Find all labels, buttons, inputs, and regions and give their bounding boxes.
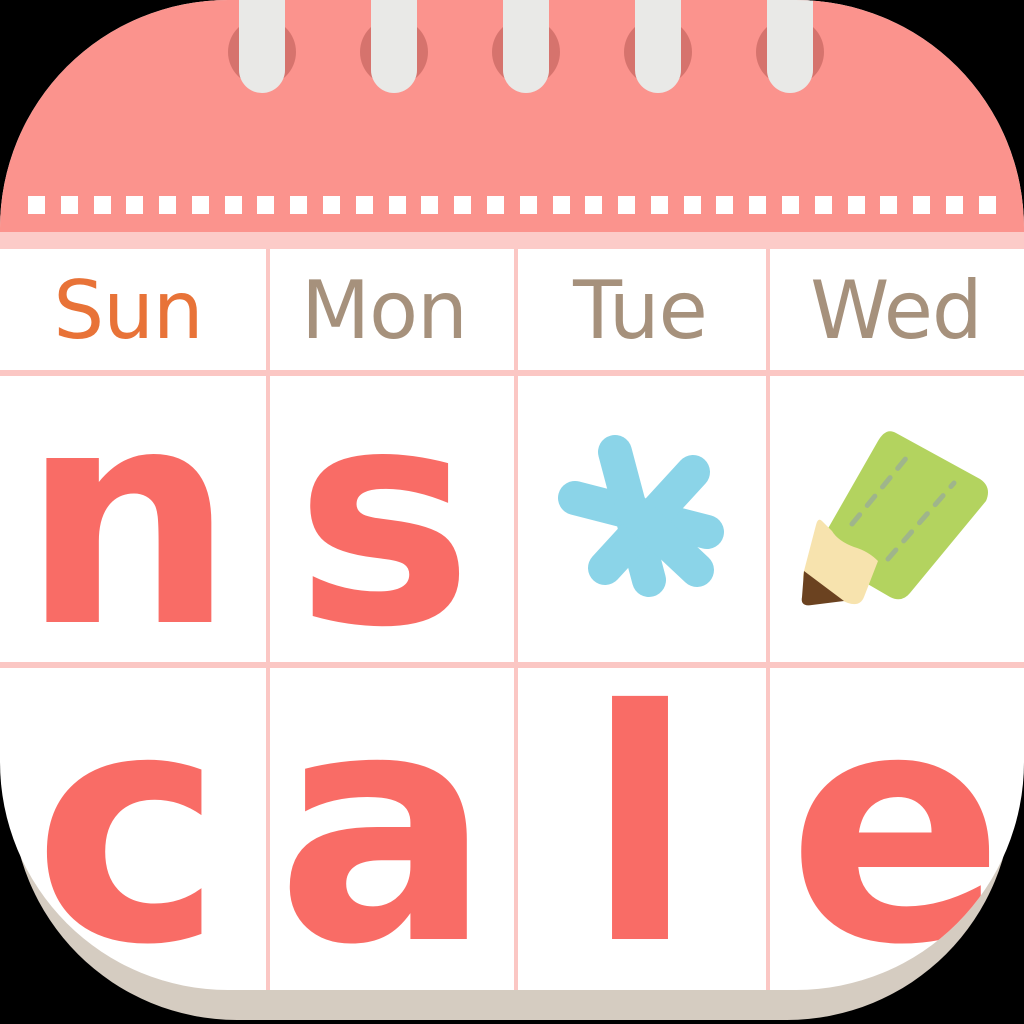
perforation-dash bbox=[749, 196, 767, 214]
perforation-dash bbox=[978, 196, 996, 214]
calendar-card: Sun Mon Tue Wed n s c a l e bbox=[0, 0, 1024, 990]
perforation-dash bbox=[323, 196, 341, 214]
perforation-dash bbox=[716, 196, 734, 214]
perforation-dash bbox=[945, 196, 963, 214]
perforation-dash bbox=[683, 196, 701, 214]
perforation-dash bbox=[224, 196, 242, 214]
logo-letter-c: c bbox=[33, 642, 223, 990]
logo-letter-l: l bbox=[585, 642, 695, 990]
perforation-dash bbox=[257, 196, 275, 214]
binder-ring-pin bbox=[503, 0, 549, 93]
perforation-dash bbox=[388, 196, 406, 214]
calendar-cell[interactable] bbox=[512, 373, 768, 665]
perforation-dash bbox=[847, 196, 865, 214]
perforation-dash bbox=[355, 196, 373, 214]
day-header-label: Mon bbox=[301, 264, 468, 357]
calendar-cell[interactable]: c bbox=[0, 667, 256, 990]
binder-ring bbox=[624, 0, 692, 95]
perforation-dash bbox=[191, 196, 209, 214]
calendar-app-icon: Sun Mon Tue Wed n s c a l e bbox=[0, 0, 1024, 1024]
perforation-dash bbox=[519, 196, 537, 214]
perforation-dash bbox=[618, 196, 636, 214]
asterisk-icon bbox=[545, 420, 735, 610]
binder-ring bbox=[756, 0, 824, 95]
day-header-wed[interactable]: Wed bbox=[768, 249, 1024, 373]
binder-ring-pin bbox=[371, 0, 417, 93]
perforation-line bbox=[28, 196, 996, 214]
perforation-dash bbox=[781, 196, 799, 214]
day-header-label: Wed bbox=[810, 264, 982, 357]
binder-ring-pin bbox=[635, 0, 681, 93]
perforation-dash bbox=[913, 196, 931, 214]
calendar-cell[interactable]: l bbox=[512, 667, 768, 990]
calendar-row-1: n s bbox=[0, 369, 1024, 669]
calendar-cell[interactable]: s bbox=[256, 369, 512, 669]
calendar-cell[interactable]: a bbox=[256, 667, 512, 990]
perforation-dash bbox=[552, 196, 570, 214]
perforation-dash bbox=[93, 196, 111, 214]
calendar-cell[interactable]: n bbox=[0, 369, 256, 669]
binder-ring bbox=[492, 0, 560, 95]
perforation-dash bbox=[290, 196, 308, 214]
day-header-tue[interactable]: Tue bbox=[512, 249, 768, 373]
perforation-dash bbox=[60, 196, 78, 214]
perforation-dash bbox=[585, 196, 603, 214]
perforation-dash bbox=[126, 196, 144, 214]
logo-letter-n: n bbox=[21, 344, 235, 693]
perforation-dash bbox=[880, 196, 898, 214]
logo-letter-s: s bbox=[294, 344, 474, 693]
binder-ring bbox=[228, 0, 296, 95]
binder-ring-pin bbox=[767, 0, 813, 93]
header-underline-strip bbox=[0, 232, 1024, 249]
perforation-dash bbox=[421, 196, 439, 214]
calendar-row-2: c a l e bbox=[0, 667, 1024, 990]
pencil-icon bbox=[792, 421, 1007, 621]
calendar-cell[interactable] bbox=[768, 373, 1024, 665]
calendar-grid: Sun Mon Tue Wed n s c a l e bbox=[0, 249, 1024, 990]
perforation-dash bbox=[814, 196, 832, 214]
binder-ring bbox=[360, 0, 428, 95]
perforation-dash bbox=[159, 196, 177, 214]
day-header-label: Sun bbox=[53, 264, 203, 357]
logo-letter-a: a bbox=[276, 642, 492, 990]
day-header-label: Tue bbox=[573, 264, 708, 357]
perforation-dash bbox=[650, 196, 668, 214]
perforation-dash bbox=[454, 196, 472, 214]
calendar-cell[interactable]: e bbox=[768, 667, 1024, 990]
binder-ring-pin bbox=[239, 0, 285, 93]
logo-letter-e: e bbox=[787, 642, 1005, 990]
perforation-dash bbox=[28, 196, 45, 214]
perforation-dash bbox=[486, 196, 504, 214]
